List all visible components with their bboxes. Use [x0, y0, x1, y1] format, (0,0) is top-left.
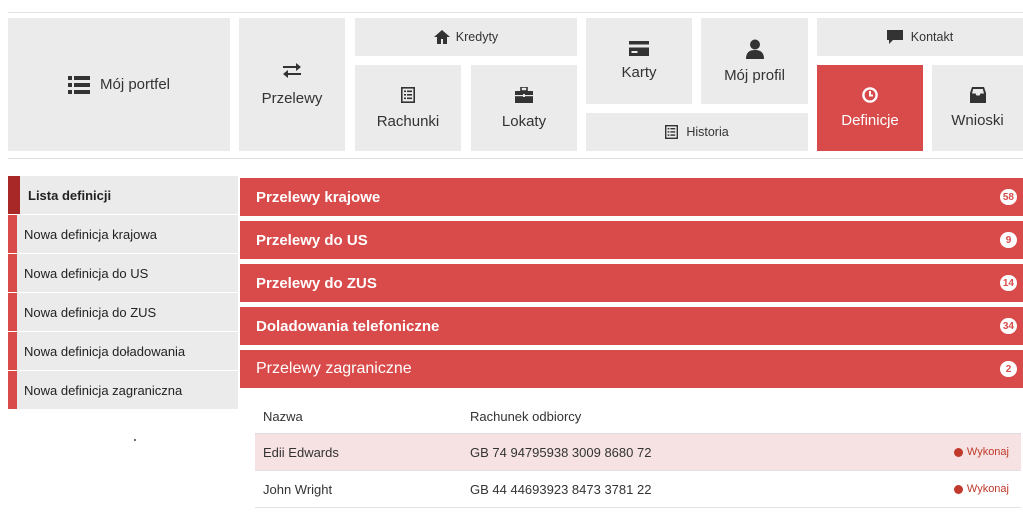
panel-title: Doladowania telefoniczne [256, 317, 440, 335]
nav-tile-przelewy[interactable]: Przelewy [239, 18, 345, 151]
sidebar-item-nowa-zus[interactable]: Nowa definicja do ZUS [8, 293, 238, 332]
execute-label: Wykonaj [966, 483, 1009, 495]
sidebar-item-label: Nowa definicja zagraniczna [24, 382, 183, 398]
table-header: Nazwa Rachunek odbiorcy [255, 400, 1021, 434]
nav-tile-historia[interactable]: Historia [586, 113, 808, 151]
count-badge: 34 [999, 318, 1017, 334]
clock-icon [862, 87, 878, 103]
panel-przelewy-us[interactable]: Przelewy do US 9 [240, 221, 1023, 259]
nav-label-portfel: Mój portfel [99, 76, 171, 93]
panel-title: Przelewy krajowe [256, 188, 381, 206]
nav-label-wnioski: Wnioski [951, 112, 1004, 129]
sidebar-item-lista-definicji[interactable]: Lista definicji [8, 176, 238, 215]
decorative-dot [134, 439, 136, 441]
bullet-icon [953, 447, 963, 457]
column-header-name: Nazwa [263, 409, 303, 424]
panel-przelewy-krajowe[interactable]: Przelewy krajowe 58 [240, 178, 1023, 216]
panel-title: Przelewy zagraniczne [256, 360, 412, 377]
sidebar-item-nowa-us[interactable]: Nowa definicja do US [8, 254, 238, 293]
recipient-account: GB 74 94795938 3009 8680 72 [470, 444, 652, 460]
inbox-icon [969, 87, 986, 103]
recipient-name: John Wright [263, 481, 333, 497]
nav-tile-kredyty[interactable]: Kredyty [355, 18, 577, 56]
nav-label-karty: Karty [621, 64, 657, 81]
count-badge: 14 [999, 275, 1017, 291]
document-icon [665, 125, 679, 139]
user-icon [745, 39, 764, 59]
nav-label-lokaty: Lokaty [501, 112, 547, 130]
nav-tile-rachunki[interactable]: Rachunki [355, 65, 461, 151]
speech-bubble-icon [886, 29, 903, 45]
nav-label-rachunki: Rachunki [376, 112, 440, 130]
card-icon [629, 41, 649, 56]
home-icon [433, 30, 450, 44]
table-row[interactable]: Edii Edwards GB 74 94795938 3009 8680 72… [255, 434, 1021, 471]
sidebar-item-nowa-zagraniczna[interactable]: Nowa definicja zagraniczna [8, 371, 238, 410]
nav-label-kredyty: Kredyty [455, 30, 499, 44]
nav-label-przelewy: Przelewy [261, 90, 323, 107]
nav-label-historia: Historia [686, 125, 729, 139]
execute-link[interactable]: Wykonaj [921, 446, 1021, 458]
count-badge: 58 [999, 189, 1017, 205]
sidebar-item-label: Nowa definicja krajowa [24, 226, 157, 242]
definitions-accordion: Przelewy krajowe 58 Przelewy do US 9 Prz… [240, 178, 1023, 388]
panel-przelewy-zagraniczne[interactable]: Przelewy zagraniczne 2 [240, 350, 1023, 388]
count-badge: 9 [1000, 232, 1017, 248]
transfer-arrows-icon [283, 62, 301, 78]
nav-tile-lokaty[interactable]: Lokaty [471, 65, 577, 151]
column-header-account: Rachunek odbiorcy [470, 409, 582, 424]
table-row[interactable]: John Wright GB 44 44693923 8473 3781 22 … [255, 471, 1021, 508]
nav-tile-karty[interactable]: Karty [586, 18, 692, 104]
briefcase-icon [515, 86, 533, 103]
sidebar-item-label: Nowa definicja do ZUS [24, 304, 157, 320]
sidebar-item-label: Nowa definicja doładowania [24, 343, 186, 359]
recipient-name: Edii Edwards [263, 444, 339, 460]
panel-title: Przelewy do ZUS [256, 274, 377, 292]
nav-tile-portfel[interactable]: Mój portfel [8, 18, 230, 151]
sidebar-item-label: Nowa definicja do US [24, 265, 149, 281]
nav-label-kontakt: Kontakt [910, 30, 954, 44]
sidebar-item-nowa-krajowa[interactable]: Nowa definicja krajowa [8, 215, 238, 254]
section-divider [8, 158, 1023, 159]
nav-tile-wnioski[interactable]: Wnioski [932, 65, 1023, 151]
nav-tile-kontakt[interactable]: Kontakt [817, 18, 1023, 56]
execute-link[interactable]: Wykonaj [921, 483, 1021, 495]
panel-title: Przelewy do US [256, 231, 368, 249]
execute-label: Wykonaj [966, 446, 1009, 458]
nav-tile-profil[interactable]: Mój profil [701, 18, 808, 104]
top-divider [8, 12, 1023, 13]
sidebar-menu: Lista definicji Nowa definicja krajowa N… [8, 176, 238, 410]
definitions-table: Nazwa Rachunek odbiorcy Edii Edwards GB … [255, 400, 1021, 508]
nav-label-definicje: Definicje [841, 112, 899, 129]
nav-label-profil: Mój profil [724, 66, 785, 84]
sidebar-item-label: Lista definicji [28, 187, 112, 203]
nav-tile-definicje[interactable]: Definicje [817, 65, 923, 151]
count-badge: 2 [1000, 361, 1017, 377]
sidebar-item-nowa-doladowania[interactable]: Nowa definicja doładowania [8, 332, 238, 371]
panel-doladowania[interactable]: Doladowania telefoniczne 34 [240, 307, 1023, 345]
recipient-account: GB 44 44693923 8473 3781 22 [470, 481, 652, 497]
bullet-icon [953, 484, 963, 494]
panel-przelewy-zus[interactable]: Przelewy do ZUS 14 [240, 264, 1023, 302]
document-icon [401, 86, 415, 103]
list-icon [67, 75, 90, 94]
